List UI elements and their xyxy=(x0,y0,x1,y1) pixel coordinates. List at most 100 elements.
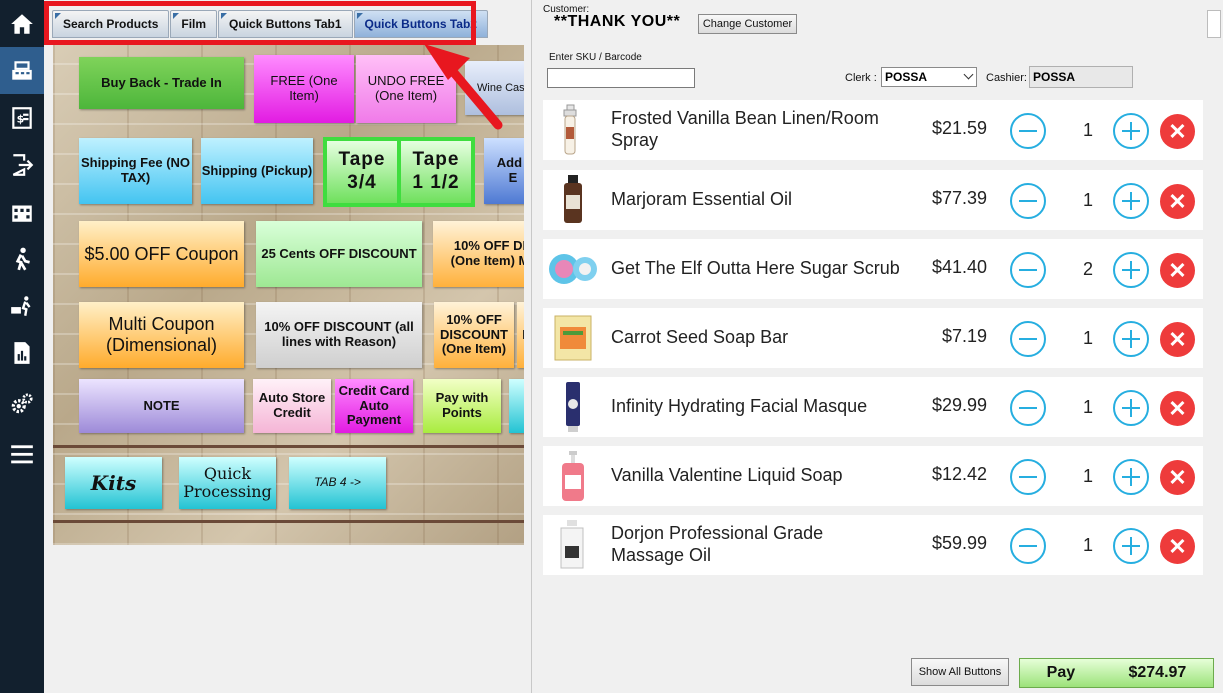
decrease-qty-button[interactable] xyxy=(1010,528,1046,564)
remove-item-button[interactable]: ✕ xyxy=(1160,529,1195,564)
note-button[interactable]: NOTE xyxy=(79,379,244,433)
pay-label: Pay xyxy=(1046,664,1076,681)
ten-pct-all-lines-button[interactable]: 10% OFF DISCOUNT (all lines with Reason) xyxy=(256,302,422,368)
increase-qty-button[interactable] xyxy=(1113,321,1149,357)
coupon-5-off-button[interactable]: $5.00 OFF Coupon xyxy=(79,221,244,287)
product-name: Dorjon Professional Grade Massage Oil xyxy=(611,523,824,565)
cart-item[interactable]: Frosted Vanilla Bean Linen/Room Spray $2… xyxy=(543,100,1203,160)
tape-3-4-label-1: Tape xyxy=(338,149,386,171)
partial-teal-button[interactable] xyxy=(509,379,524,433)
credit-card-auto-button[interactable]: Credit Card Auto Payment xyxy=(335,379,413,433)
product-name: Marjoram Essential Oil xyxy=(611,189,793,210)
product-price: $41.40 xyxy=(931,257,987,277)
price-tag-icon: $ xyxy=(12,106,32,129)
sidebar-logout[interactable] xyxy=(0,141,44,188)
product-name: Carrot Seed Soap Bar xyxy=(611,327,789,348)
remove-item-button[interactable]: ✕ xyxy=(1160,460,1195,495)
remove-item-button[interactable]: ✕ xyxy=(1160,322,1195,357)
close-icon: ✕ xyxy=(1168,533,1187,559)
remove-item-button[interactable]: ✕ xyxy=(1160,184,1195,219)
sidebar-menu[interactable] xyxy=(0,430,44,477)
increase-qty-button[interactable] xyxy=(1113,459,1149,495)
increase-qty-button[interactable] xyxy=(1113,252,1149,288)
tape-buttons-group: Tape 3/4 Tape 1 1/2 xyxy=(323,137,475,207)
walking-person-icon xyxy=(15,247,30,271)
product-name: Get The Elf Outta Here Sugar Scrub xyxy=(611,258,900,279)
show-all-buttons-button[interactable]: Show All Buttons xyxy=(911,658,1009,686)
free-one-item-button[interactable]: FREE (One Item) xyxy=(254,55,354,123)
clerk-select[interactable]: POSSA xyxy=(881,67,977,87)
cart-item[interactable]: Carrot Seed Soap Bar $7.19 1 ✕ xyxy=(543,308,1203,368)
increase-qty-button[interactable] xyxy=(1113,528,1149,564)
increase-qty-button[interactable] xyxy=(1113,390,1149,426)
sidebar-settings[interactable] xyxy=(0,380,44,427)
quick-buttons-panel: Search Products Film Quick Buttons Tab1 … xyxy=(44,0,532,693)
increase-qty-button[interactable] xyxy=(1113,183,1149,219)
discount-partial-button[interactable]: D xyxy=(517,302,524,368)
cart-item[interactable]: Infinity Hydrating Facial Masque $29.99 … xyxy=(543,377,1203,437)
tab4-button[interactable]: TAB 4 -> xyxy=(289,457,386,509)
sku-input[interactable] xyxy=(547,68,695,88)
auto-store-credit-button[interactable]: Auto Store Credit xyxy=(253,379,331,433)
tape-3-4-button[interactable]: Tape 3/4 xyxy=(327,141,397,203)
shipping-fee-button[interactable]: Shipping Fee (NO TAX) xyxy=(79,138,192,204)
remove-item-button[interactable]: ✕ xyxy=(1160,253,1195,288)
sku-label: Enter SKU / Barcode xyxy=(549,52,642,63)
pay-total: $274.97 xyxy=(1128,664,1187,681)
product-qty: 1 xyxy=(1082,466,1093,486)
kits-button[interactable]: Kits xyxy=(65,457,162,509)
sidebar-reports[interactable] xyxy=(0,329,44,376)
wine-case-button[interactable]: Wine Cas xyxy=(465,61,524,115)
close-icon: ✕ xyxy=(1168,464,1187,490)
pay-button[interactable]: Pay $274.97 xyxy=(1019,658,1214,688)
sidebar-register[interactable] xyxy=(0,47,44,94)
ten-pct-off-partial-button[interactable]: 10% OFF DI (One Item) M xyxy=(433,221,524,287)
tape-3-4-label-2: 3/4 xyxy=(347,172,377,193)
product-price: $12.42 xyxy=(931,464,987,484)
sidebar-delivery[interactable] xyxy=(0,282,44,329)
cart-item[interactable]: Dorjon Professional Grade Massage Oil $5… xyxy=(543,515,1203,575)
scrollbar-top[interactable] xyxy=(1207,10,1221,38)
product-name: Infinity Hydrating Facial Masque xyxy=(611,396,868,417)
shipping-pickup-button[interactable]: Shipping (Pickup) xyxy=(201,138,313,204)
cart-item[interactable]: Vanilla Valentine Liquid Soap $12.42 1 ✕ xyxy=(543,446,1203,506)
product-price: $29.99 xyxy=(931,395,987,415)
product-qty: 1 xyxy=(1082,535,1093,555)
buy-back-button[interactable]: Buy Back - Trade In xyxy=(79,57,244,109)
jug-icon xyxy=(547,518,599,572)
decrease-qty-button[interactable] xyxy=(1010,252,1046,288)
close-icon: ✕ xyxy=(1168,257,1187,283)
pump-bottle-icon xyxy=(547,449,599,503)
multi-coupon-button[interactable]: Multi Coupon (Dimensional) xyxy=(79,302,244,368)
cart-item[interactable]: Get The Elf Outta Here Sugar Scrub $41.4… xyxy=(543,239,1203,299)
pay-with-points-button[interactable]: Pay with Points xyxy=(423,379,501,433)
increase-qty-button[interactable] xyxy=(1113,113,1149,149)
cart-item[interactable]: Marjoram Essential Oil $77.39 1 ✕ xyxy=(543,170,1203,230)
decrease-qty-button[interactable] xyxy=(1010,183,1046,219)
exit-icon xyxy=(12,153,34,176)
close-icon: ✕ xyxy=(1168,395,1187,421)
cart-delivery-icon xyxy=(11,295,31,316)
decrease-qty-button[interactable] xyxy=(1010,459,1046,495)
cents-25-off-button[interactable]: 25 Cents OFF DISCOUNT xyxy=(256,221,422,287)
undo-free-button[interactable]: UNDO FREE (One Item) xyxy=(356,55,456,123)
sidebar-pricing[interactable]: $ xyxy=(0,94,44,141)
quick-processing-button[interactable]: Quick Processing xyxy=(179,457,276,509)
shelf-divider xyxy=(53,445,524,448)
tape-1-1-2-label-2: 1 1/2 xyxy=(412,172,460,193)
decrease-qty-button[interactable] xyxy=(1010,390,1046,426)
ten-pct-one-item-button[interactable]: 10% OFF DISCOUNT (One Item) xyxy=(434,302,514,368)
svg-text:$: $ xyxy=(17,112,25,125)
decrease-qty-button[interactable] xyxy=(1010,113,1046,149)
decrease-qty-button[interactable] xyxy=(1010,321,1046,357)
remove-item-button[interactable]: ✕ xyxy=(1160,391,1195,426)
sidebar-employees[interactable] xyxy=(0,235,44,282)
quick-buttons-grid: Buy Back - Trade In FREE (One Item) UNDO… xyxy=(53,45,524,545)
register-icon xyxy=(12,60,32,80)
sidebar-home[interactable] xyxy=(0,0,44,47)
remove-item-button[interactable]: ✕ xyxy=(1160,114,1195,149)
change-customer-button[interactable]: Change Customer xyxy=(698,14,797,34)
add-button[interactable]: Add I E xyxy=(484,138,524,204)
tape-1-1-2-button[interactable]: Tape 1 1/2 xyxy=(401,141,471,203)
sidebar-store[interactable] xyxy=(0,188,44,235)
